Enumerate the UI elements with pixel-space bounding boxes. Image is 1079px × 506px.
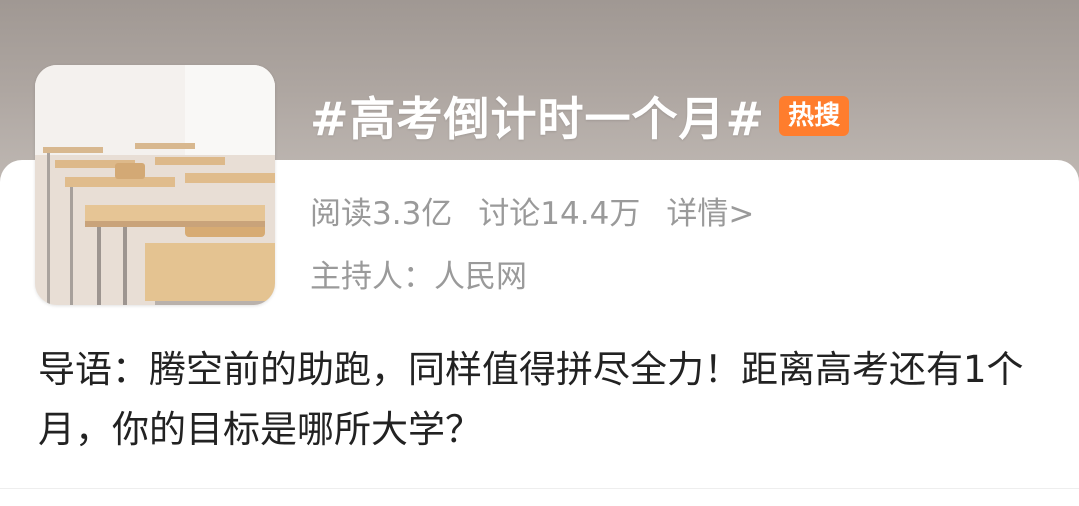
topic-title[interactable]: #高考倒计时一个月# <box>310 83 765 149</box>
details-link[interactable]: 详情> <box>666 188 754 233</box>
divider <box>0 488 1079 489</box>
hot-search-badge: 热搜 <box>779 96 850 136</box>
read-count: 阅读3.3亿 <box>310 196 453 232</box>
topic-title-row: #高考倒计时一个月# 热搜 <box>310 83 850 149</box>
topic-host: 主持人：人民网 <box>310 259 527 295</box>
classroom-desks-image <box>35 65 275 305</box>
discussion-count: 讨论14.4万 <box>478 196 641 232</box>
topic-cover-image[interactable] <box>35 65 275 305</box>
topic-intro-text: 导语：腾空前的助跑，同样值得拼尽全力！距离高考还有1个月，你的目标是哪所大学？ <box>38 348 1024 451</box>
topic-stats: 阅读3.3亿 讨论14.4万 详情> <box>310 188 780 233</box>
